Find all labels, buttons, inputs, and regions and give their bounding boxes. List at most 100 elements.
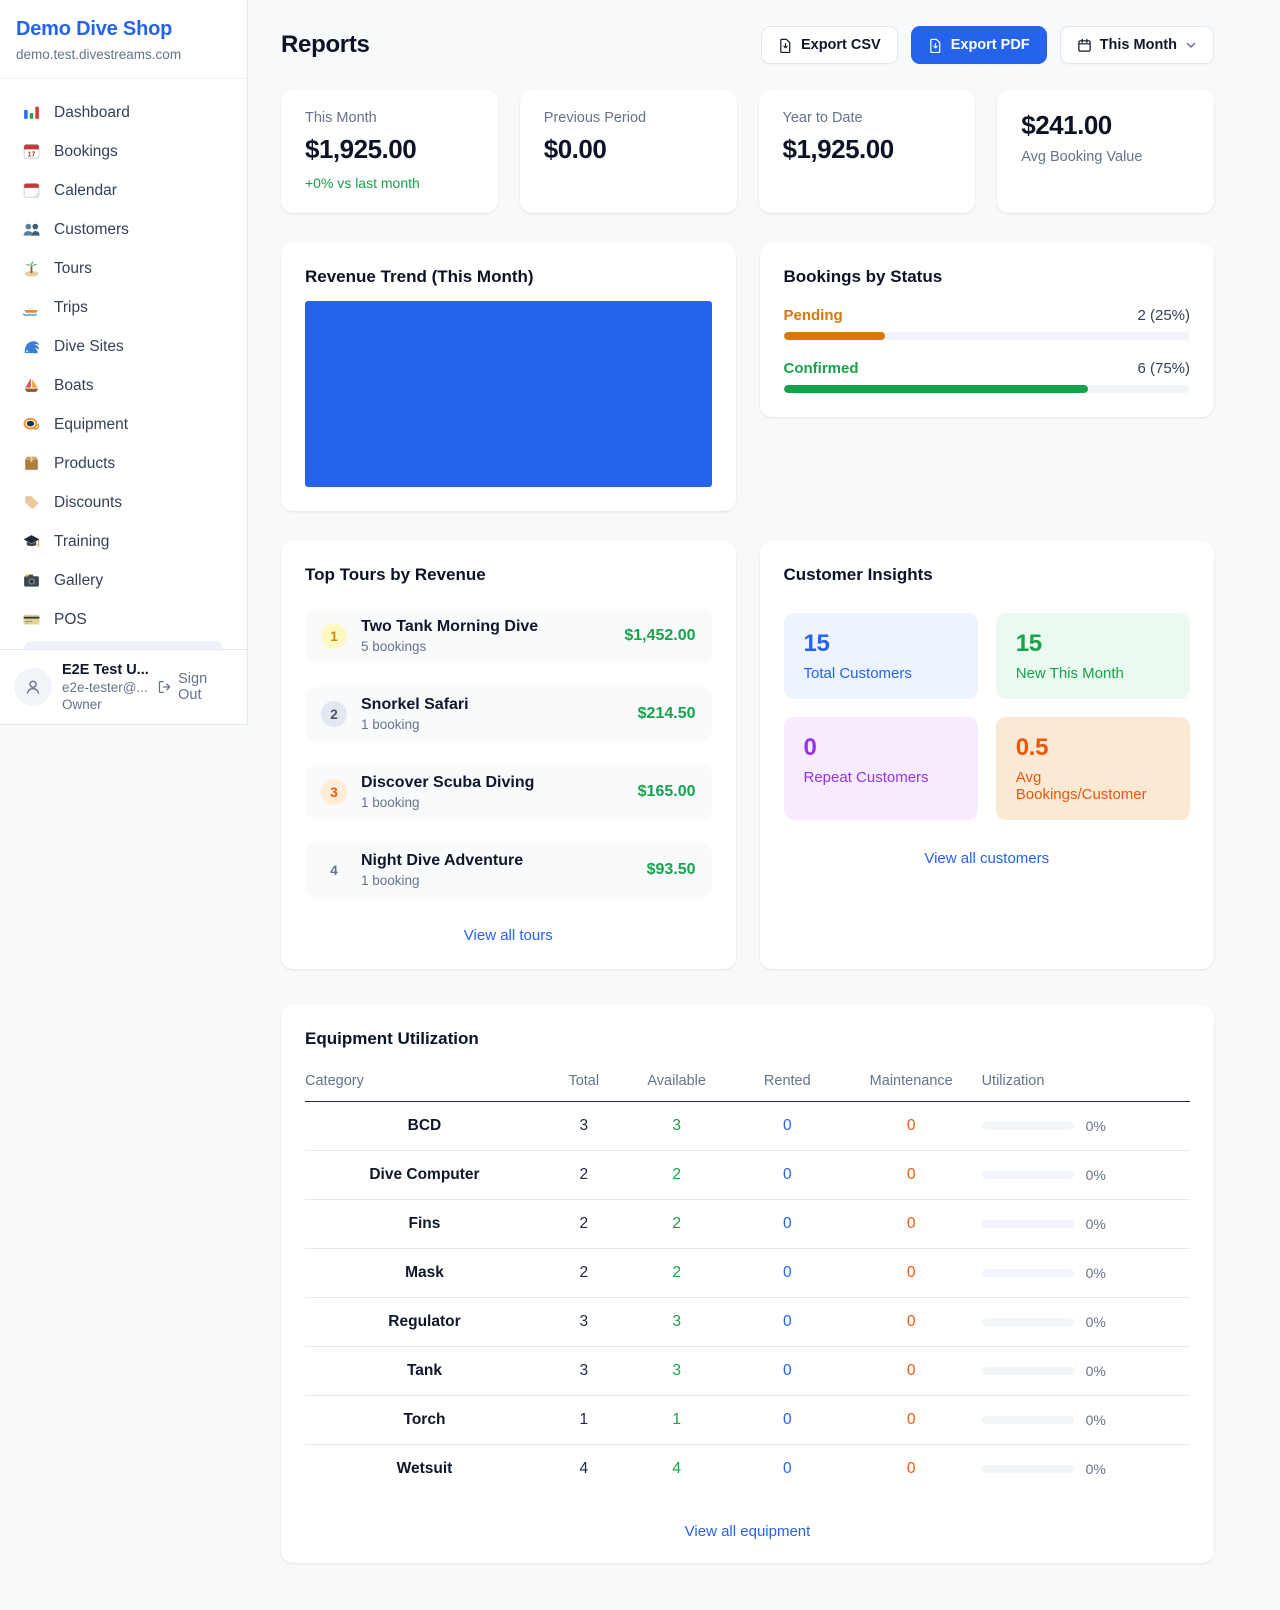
sidebar-item-pos[interactable]: POS	[12, 600, 235, 639]
insights-row: Top Tours by Revenue 1 Two Tank Morning …	[281, 541, 1214, 969]
insight-tile-repeat-customers: 0 Repeat Customers	[784, 717, 978, 820]
panel-title: Bookings by Status	[784, 267, 1191, 287]
insight-tiles: 15 Total Customers 15 New This Month 0 R…	[784, 613, 1191, 820]
utilization-percent: 0%	[1086, 1461, 1106, 1477]
view-all-equipment-link[interactable]: View all equipment	[685, 1523, 811, 1540]
calendar-icon	[22, 181, 41, 200]
cell-maintenance: 0	[845, 1102, 978, 1151]
sidebar-item-equipment[interactable]: Equipment	[12, 405, 235, 444]
sidebar-item-bookings[interactable]: 17 Bookings	[12, 132, 235, 171]
sidebar-item-dive-sites[interactable]: Dive Sites	[12, 327, 235, 366]
bookings-by-status-panel: Bookings by Status Pending 2 (25%) Confi…	[760, 243, 1215, 417]
cell-total: 1	[544, 1396, 624, 1445]
insight-label: Total Customers	[804, 665, 958, 682]
top-tours-panel: Top Tours by Revenue 1 Two Tank Morning …	[281, 541, 736, 969]
sidebar-item-products[interactable]: Products	[12, 444, 235, 483]
sidebar-item-label: Gallery	[54, 572, 103, 590]
sidebar-item-customers[interactable]: Customers	[12, 210, 235, 249]
tour-row: 4 Night Dive Adventure 1 booking $93.50	[305, 843, 712, 897]
customer-insights-panel: Customer Insights 15 Total Customers 15 …	[760, 541, 1215, 969]
cell-category: Wetsuit	[305, 1445, 544, 1494]
rank-badge: 3	[321, 779, 347, 805]
cell-category: Fins	[305, 1200, 544, 1249]
chevron-down-icon	[1185, 39, 1197, 51]
column-header-available: Available	[624, 1065, 730, 1102]
equipment-utilization-panel: Equipment Utilization Category Total Ava…	[281, 1005, 1214, 1563]
status-bar-fill	[784, 385, 1089, 393]
sidebar-item-tours[interactable]: Tours	[12, 249, 235, 288]
cell-rented: 0	[730, 1102, 845, 1151]
cell-available: 2	[624, 1151, 730, 1200]
tour-revenue: $214.50	[638, 705, 696, 723]
cell-available: 2	[624, 1249, 730, 1298]
user-email: e2e-tester@...	[62, 680, 147, 695]
cell-total: 3	[544, 1102, 624, 1151]
header-actions: Export CSV Export PDF This Month	[761, 26, 1214, 64]
utilization-percent: 0%	[1086, 1412, 1106, 1428]
tours-island-icon	[22, 259, 41, 278]
status-count: 6 (75%)	[1137, 360, 1190, 377]
cell-rented: 0	[730, 1347, 845, 1396]
sidebar-item-label: Customers	[54, 221, 129, 239]
page-header: Reports Export CSV Export PDF This Month	[281, 26, 1214, 64]
sidebar-item-reports-active-partial[interactable]	[24, 641, 223, 649]
sidebar-item-training[interactable]: Training	[12, 522, 235, 561]
sidebar-item-calendar[interactable]: Calendar	[12, 171, 235, 210]
user-meta: E2E Test U... e2e-tester@... Owner	[62, 662, 147, 712]
cell-total: 4	[544, 1445, 624, 1494]
pos-credit-card-icon	[22, 610, 41, 629]
table-row: Dive Computer 2 2 0 0 0%	[305, 1151, 1190, 1200]
stat-label: Previous Period	[544, 110, 713, 126]
discounts-tag-icon	[22, 493, 41, 512]
charts-row: Revenue Trend (This Month) Bookings by S…	[281, 243, 1214, 511]
stat-value: $241.00	[1021, 110, 1190, 141]
cell-total: 3	[544, 1347, 624, 1396]
user-role: Owner	[62, 697, 147, 712]
insight-value: 15	[1016, 630, 1170, 658]
sign-out-button[interactable]: Sign Out	[157, 671, 233, 703]
export-csv-button[interactable]: Export CSV	[761, 26, 898, 64]
sidebar-item-label: Tours	[54, 260, 92, 278]
cell-available: 2	[624, 1200, 730, 1249]
stat-label: Year to Date	[783, 110, 952, 126]
sidebar-item-label: Bookings	[54, 143, 118, 161]
insight-value: 0	[804, 734, 958, 762]
tour-row: 3 Discover Scuba Diving 1 booking $165.0…	[305, 765, 712, 819]
stat-label: This Month	[305, 110, 474, 126]
utilization-bar-track	[982, 1465, 1074, 1473]
tour-bookings: 5 bookings	[361, 639, 538, 654]
sidebar-item-discounts[interactable]: Discounts	[12, 483, 235, 522]
stat-card-this-month: This Month $1,925.00 +0% vs last month	[281, 90, 498, 213]
tour-name: Two Tank Morning Dive	[361, 618, 538, 636]
customers-icon	[22, 220, 41, 239]
table-row: Wetsuit 4 4 0 0 0%	[305, 1445, 1190, 1494]
view-all-tours-link[interactable]: View all tours	[464, 927, 553, 944]
sidebar-item-dashboard[interactable]: Dashboard	[12, 93, 235, 132]
file-export-icon	[928, 38, 943, 53]
cell-available: 4	[624, 1445, 730, 1494]
tour-name: Snorkel Safari	[361, 696, 469, 714]
insight-tile-total-customers: 15 Total Customers	[784, 613, 978, 699]
export-csv-label: Export CSV	[801, 37, 881, 53]
products-box-icon	[22, 454, 41, 473]
sidebar-item-gallery[interactable]: Gallery	[12, 561, 235, 600]
export-pdf-button[interactable]: Export PDF	[911, 26, 1047, 64]
insight-value: 15	[804, 630, 958, 658]
gallery-camera-icon	[22, 571, 41, 590]
period-selector[interactable]: This Month	[1060, 26, 1214, 64]
cell-maintenance: 0	[845, 1151, 978, 1200]
user-name: E2E Test U...	[62, 662, 147, 678]
sidebar-item-label: Training	[54, 533, 109, 551]
table-row: Fins 2 2 0 0 0%	[305, 1200, 1190, 1249]
tour-revenue: $165.00	[638, 783, 696, 801]
cell-category: BCD	[305, 1102, 544, 1151]
sidebar-item-trips[interactable]: Trips	[12, 288, 235, 327]
tour-bookings: 1 booking	[361, 873, 523, 888]
dashboard-icon	[22, 103, 41, 122]
sidebar-item-boats[interactable]: Boats	[12, 366, 235, 405]
sidebar-item-label: Dashboard	[54, 104, 130, 122]
utilization-bar-track	[982, 1122, 1074, 1130]
cell-category: Dive Computer	[305, 1151, 544, 1200]
view-all-customers-link[interactable]: View all customers	[924, 850, 1049, 867]
table-row: BCD 3 3 0 0 0%	[305, 1102, 1190, 1151]
